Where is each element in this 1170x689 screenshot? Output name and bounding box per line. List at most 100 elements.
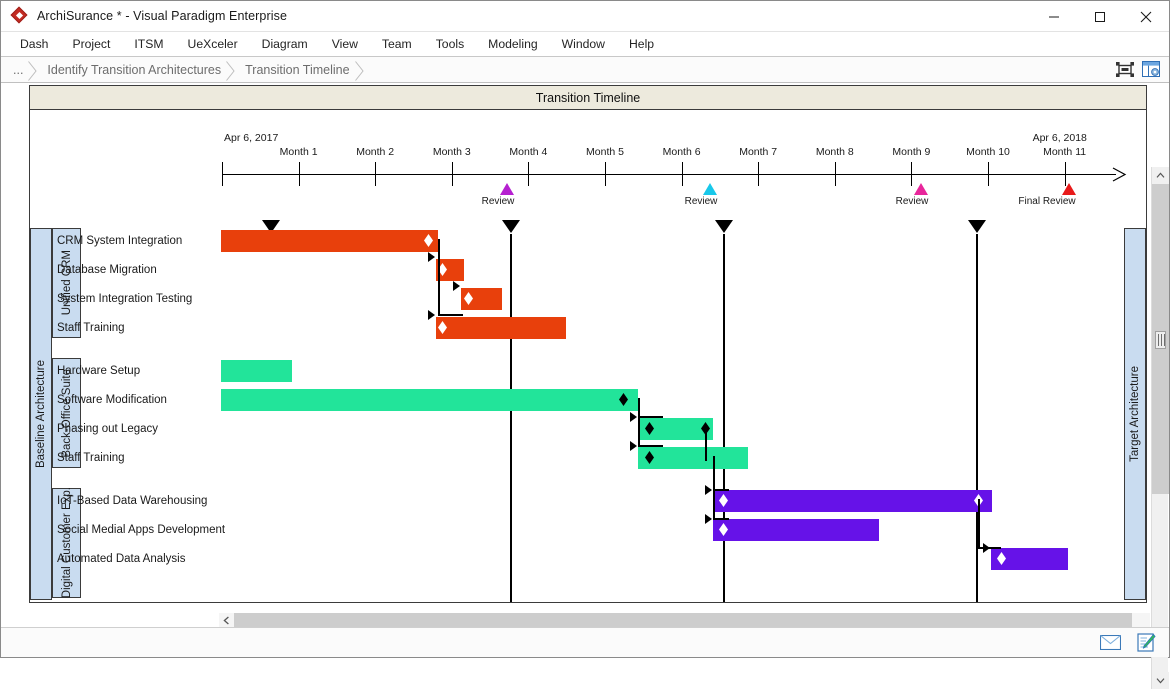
scroll-up-button[interactable] [1152, 167, 1169, 184]
task-milestone-diamond-2-0-0 [719, 494, 728, 507]
dependency-line-v-6 [705, 427, 707, 461]
breadcrumb-item-2[interactable]: Transition Timeline [235, 60, 363, 80]
breadcrumb-tools [1114, 59, 1162, 79]
axis-tick-label-9: Month 9 [892, 146, 930, 158]
dependency-line-h-8 [713, 489, 729, 491]
task-bar-2-1[interactable] [713, 519, 879, 541]
task-label-0-2: System Integration Testing [57, 293, 192, 305]
diagram-canvas: Transition Timeline Apr 6, 2017Month 1Mo… [1, 83, 1169, 627]
window-controls [1031, 1, 1169, 32]
dependency-line-h-4 [638, 416, 663, 418]
review-marker-3: Final Review [1040, 183, 1097, 207]
review-marker-0: Review [491, 183, 524, 207]
diagram-properties-icon[interactable] [1140, 59, 1162, 79]
group-target-architecture: Target Architecture [1124, 228, 1146, 600]
review-label: Final Review [1018, 196, 1075, 207]
task-bar-0-3[interactable] [436, 317, 566, 339]
review-marker-1: Review [694, 183, 727, 207]
task-bar-1-1[interactable] [221, 389, 638, 411]
transition-marker-3 [968, 220, 986, 233]
menu-item-tools[interactable]: Tools [424, 33, 476, 55]
axis-tick-label-5: Month 5 [586, 146, 624, 158]
application-window: ArchiSurance * - Visual Paradigm Enterpr… [0, 0, 1170, 658]
menu-item-uexceler[interactable]: UeXceler [176, 33, 250, 55]
transition-guide-line-2 [723, 234, 725, 603]
axis-tick-4 [528, 162, 529, 186]
task-milestone-diamond-1-1-0 [619, 393, 628, 406]
close-button[interactable] [1123, 1, 1169, 32]
maximize-button[interactable] [1077, 1, 1123, 32]
transition-marker-1 [502, 220, 520, 233]
vp-diamond-logo-icon [12, 8, 28, 24]
task-bar-1-0[interactable] [221, 360, 292, 382]
review-marker-2: Review [905, 183, 938, 207]
task-milestone-diamond-0-2-0 [464, 292, 473, 305]
axis-tick-label-4: Month 4 [509, 146, 547, 158]
axis-tick-7 [758, 162, 759, 186]
menu-item-team[interactable]: Team [370, 33, 424, 55]
task-label-1-1: Software Modification [57, 394, 167, 406]
dependency-arrowhead-5 [705, 485, 712, 495]
menu-item-view[interactable]: View [320, 33, 370, 55]
axis-tick-2 [375, 162, 376, 186]
breadcrumb-chevron-icon [226, 61, 235, 79]
transition-triangle-icon [502, 220, 520, 233]
breadcrumb-label: ... [13, 63, 23, 77]
vertical-scroll-thumb[interactable] [1152, 184, 1169, 494]
task-label-2-0: IoT-Based Data Warehousing [57, 495, 207, 507]
menu-item-diagram[interactable]: Diagram [250, 33, 320, 55]
review-triangle-icon [703, 183, 717, 195]
task-label-1-0: Hardware Setup [57, 365, 140, 377]
dependency-arrowhead-6 [705, 514, 712, 524]
scroll-left-button[interactable] [219, 613, 234, 628]
axis-tick-10 [988, 162, 989, 186]
fit-to-window-icon[interactable] [1114, 59, 1136, 79]
axis-start-date: Apr 6, 2017 [224, 132, 278, 144]
review-triangle-icon [500, 183, 514, 195]
group-baseline-architecture: Baseline Architecture [30, 228, 52, 600]
dependency-arrowhead-7 [983, 543, 990, 553]
menu-item-itsm[interactable]: ITSM [122, 33, 175, 55]
axis-tick-5 [605, 162, 606, 186]
breadcrumb-item-0[interactable]: ... [1, 60, 37, 80]
horizontal-scrollbar[interactable] [219, 613, 1150, 628]
axis-end-date: Apr 6, 2018 [1033, 132, 1087, 144]
group-target-label: Target Architecture [1129, 366, 1141, 462]
dependency-line-v-0 [438, 239, 440, 314]
axis-tick-label-2: Month 2 [356, 146, 394, 158]
review-label: Review [482, 196, 515, 207]
breadcrumb-label: Transition Timeline [245, 63, 349, 77]
axis-tick-8 [835, 162, 836, 186]
transition-triangle-icon [715, 220, 733, 233]
dependency-arrowhead-2 [428, 310, 435, 320]
dependency-arrowhead-4 [630, 441, 637, 451]
horizontal-scroll-thumb[interactable] [234, 613, 1132, 628]
menu-item-modeling[interactable]: Modeling [476, 33, 549, 55]
menu-item-project[interactable]: Project [60, 33, 122, 55]
minimize-button[interactable] [1031, 1, 1077, 32]
task-bar-2-0[interactable] [713, 490, 992, 512]
vertical-scrollbar[interactable] [1151, 167, 1168, 689]
axis-tick-label-7: Month 7 [739, 146, 777, 158]
review-triangle-icon [1062, 183, 1076, 195]
task-label-1-3: Staff Training [57, 452, 125, 464]
axis-arrow-icon [1112, 167, 1128, 187]
scroll-down-button[interactable] [1152, 672, 1169, 689]
transition-marker-2 [715, 220, 733, 233]
message-icon[interactable] [1099, 633, 1121, 653]
axis-tick-label-3: Month 3 [433, 146, 471, 158]
menu-item-help[interactable]: Help [617, 33, 666, 55]
menu-bar: DashProjectITSMUeXcelerDiagramViewTeamTo… [1, 32, 1169, 57]
task-milestone-diamond-0-3-0 [438, 321, 447, 334]
dependency-line-h-9 [713, 518, 729, 520]
axis-tick-6 [682, 162, 683, 186]
dependency-line-h-1 [438, 314, 463, 316]
breadcrumb-item-1[interactable]: Identify Transition Architectures [37, 60, 235, 80]
task-bar-0-0[interactable] [221, 230, 438, 252]
menu-item-window[interactable]: Window [550, 33, 617, 55]
note-edit-icon[interactable] [1135, 633, 1157, 653]
group-baseline-label: Baseline Architecture [35, 360, 47, 468]
task-bar-1-3[interactable] [638, 447, 748, 469]
breadcrumb-chevron-icon [355, 61, 364, 79]
menu-item-dash[interactable]: Dash [8, 33, 60, 55]
